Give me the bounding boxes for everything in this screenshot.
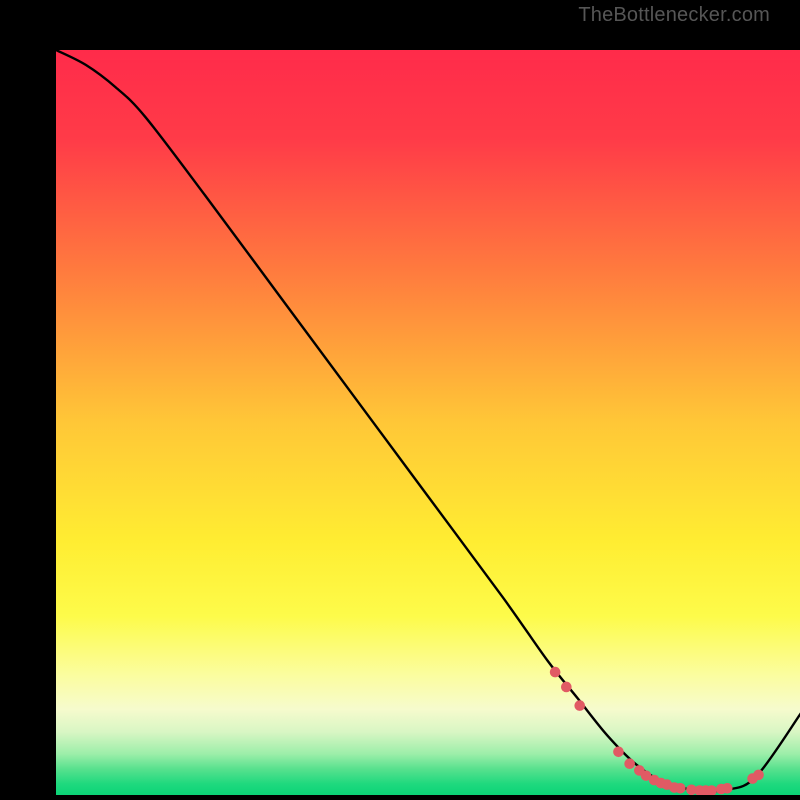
data-dot	[753, 770, 764, 781]
data-dot	[561, 682, 572, 693]
gradient-bg	[56, 50, 800, 795]
attribution-text: TheBottlenecker.com	[578, 4, 770, 27]
data-dot	[624, 758, 635, 769]
data-dot	[722, 783, 733, 794]
data-dot	[675, 783, 686, 794]
bottleneck-chart	[56, 50, 800, 795]
data-dot	[550, 667, 561, 678]
data-dot	[613, 746, 624, 757]
chart-frame	[28, 25, 773, 770]
data-dot	[574, 700, 585, 711]
